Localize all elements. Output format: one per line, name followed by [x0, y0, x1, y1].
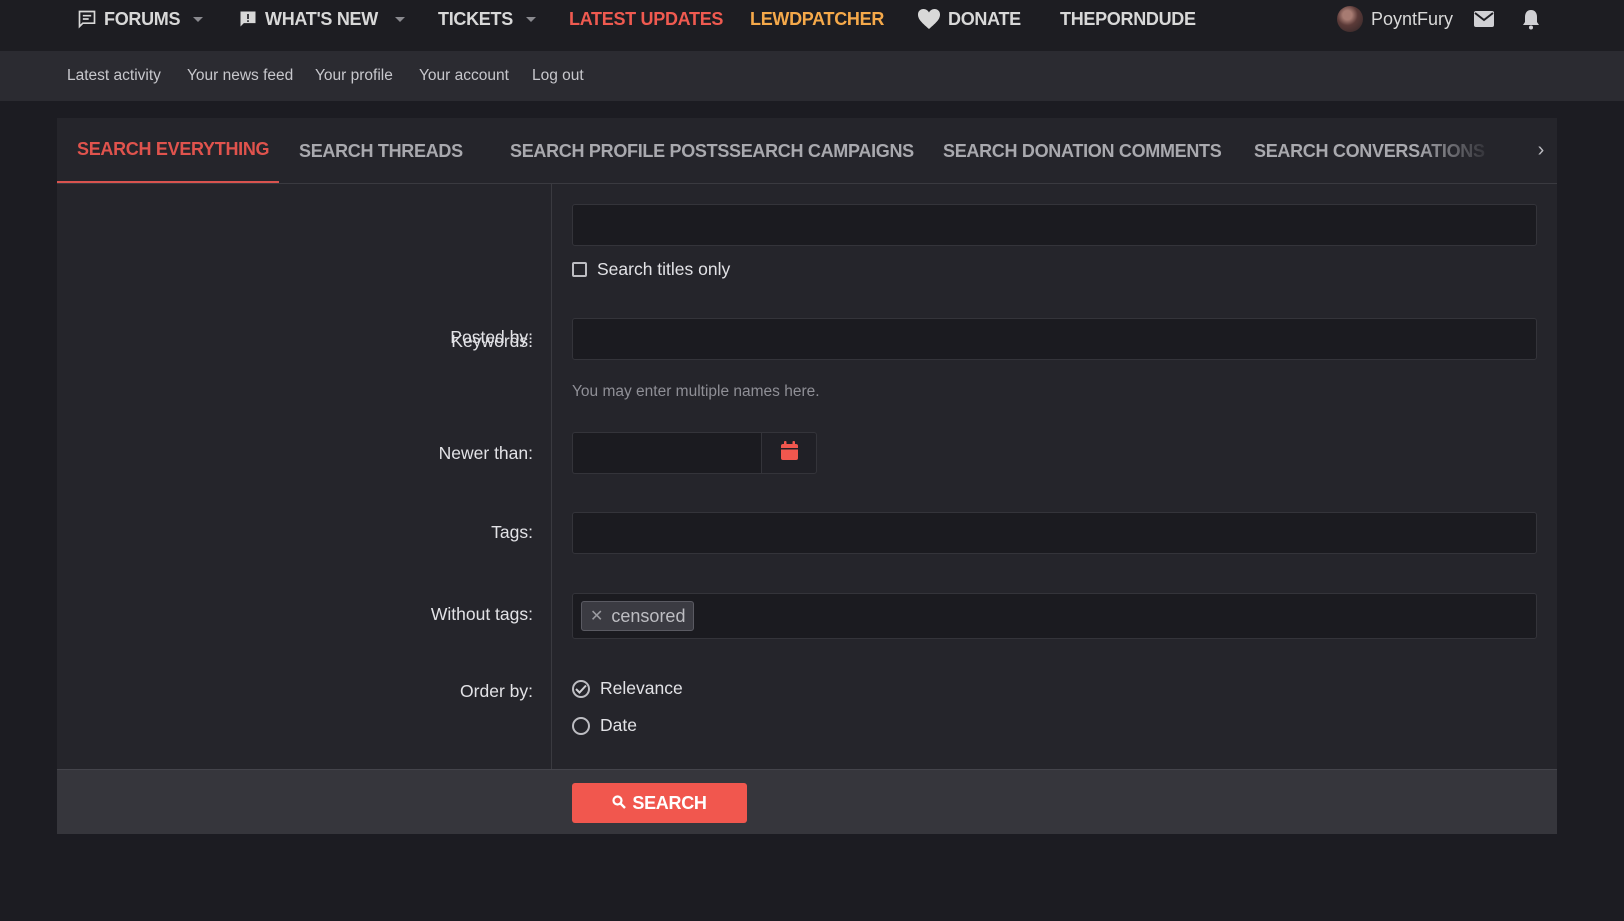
- nav-lewdpatcher-label: LEWDPATCHER: [750, 8, 885, 29]
- nav-forums-chevron-down-icon[interactable]: [191, 0, 205, 38]
- tag-chip: ✕ censored: [581, 601, 695, 631]
- order-relevance-radio[interactable]: Relevance: [572, 678, 683, 699]
- tab-search-everything[interactable]: SEARCH EVERYTHING: [57, 118, 279, 183]
- order-date-label: Date: [600, 715, 637, 735]
- calendar-icon: [780, 441, 798, 465]
- tab-search-threads[interactable]: SEARCH THREADS: [279, 118, 483, 183]
- subnav-news-feed[interactable]: Your news feed: [187, 51, 293, 101]
- posted-by-label: Posted by:: [450, 327, 533, 347]
- posted-by-hint: You may enter multiple names here.: [572, 383, 820, 400]
- tag-chip-label: censored: [611, 605, 686, 626]
- nav-whats-new-label: WHAT'S NEW: [265, 8, 378, 29]
- tab-search-donation-comments[interactable]: SEARCH DONATION COMMENTS: [923, 118, 1241, 183]
- calendar-button[interactable]: [761, 432, 817, 474]
- avatar: [1337, 6, 1363, 32]
- tabs-scroll-right-icon[interactable]: ›: [1529, 118, 1553, 183]
- radio-checked-icon[interactable]: [572, 679, 590, 698]
- remove-tag-close-icon[interactable]: ✕: [590, 606, 603, 626]
- tags-label: Tags:: [491, 522, 533, 542]
- tags-input[interactable]: [572, 512, 1537, 554]
- nav-forums[interactable]: FORUMS: [77, 0, 181, 38]
- bell-icon[interactable]: [1518, 0, 1544, 38]
- titles-only-checkbox[interactable]: Search titles only: [572, 259, 730, 280]
- alert-bubble-icon: [238, 9, 258, 29]
- user-menu[interactable]: PoyntFury: [1337, 0, 1453, 38]
- search-tabs: SEARCH EVERYTHING SEARCH THREADS SEARCH …: [57, 118, 1557, 184]
- subnav-latest-activity[interactable]: Latest activity: [67, 51, 161, 101]
- subnav-your-profile[interactable]: Your profile: [315, 51, 393, 101]
- nav-tickets[interactable]: TICKETS: [438, 0, 513, 38]
- nav-theporndude[interactable]: THEPORNDUDE: [1060, 0, 1196, 38]
- without-tags-input[interactable]: ✕ censored: [572, 593, 1537, 639]
- newer-than-input[interactable]: [572, 432, 761, 474]
- forum-icon: [77, 9, 97, 29]
- form-divider: [551, 184, 552, 769]
- nav-donate[interactable]: DONATE: [917, 0, 1021, 38]
- heart-icon: [917, 8, 941, 30]
- search-icon: [612, 793, 627, 814]
- search-button-label: SEARCH: [632, 792, 707, 813]
- nav-theporndude-label: THEPORNDUDE: [1060, 8, 1196, 29]
- radio-unchecked-icon[interactable]: [572, 716, 590, 735]
- keywords-input[interactable]: [572, 204, 1537, 246]
- nav-tickets-label: TICKETS: [438, 8, 513, 29]
- order-by-label: Order by:: [460, 681, 533, 701]
- subnav-log-out[interactable]: Log out: [532, 51, 584, 101]
- without-tags-label: Without tags:: [430, 604, 533, 624]
- nav-donate-label: DONATE: [948, 8, 1021, 29]
- checkbox-box[interactable]: [572, 262, 587, 277]
- nav-tickets-chevron-down-icon[interactable]: [524, 0, 538, 38]
- mail-icon[interactable]: [1471, 0, 1497, 38]
- nav-forums-label: FORUMS: [104, 8, 181, 29]
- nav-whats-new-chevron-down-icon[interactable]: [393, 0, 407, 38]
- sub-navigation: Latest activity Your news feed Your prof…: [0, 51, 1624, 101]
- nav-latest-updates[interactable]: LATEST UPDATES: [569, 0, 723, 38]
- search-panel: SEARCH EVERYTHING SEARCH THREADS SEARCH …: [57, 118, 1557, 834]
- posted-by-input[interactable]: [572, 318, 1537, 360]
- order-relevance-label: Relevance: [600, 678, 683, 698]
- tab-search-campaigns[interactable]: SEARCH CAMPAIGNS: [709, 118, 934, 183]
- nav-whats-new[interactable]: WHAT'S NEW: [238, 0, 378, 38]
- username: PoyntFury: [1371, 8, 1454, 29]
- form-footer: SEARCH: [57, 769, 1557, 834]
- subnav-your-account[interactable]: Your account: [419, 51, 509, 101]
- titles-only-label: Search titles only: [597, 259, 731, 279]
- nav-latest-updates-label: LATEST UPDATES: [569, 8, 724, 29]
- newer-than-field: [572, 432, 817, 474]
- nav-lewdpatcher[interactable]: LEWDPATCHER: [750, 0, 884, 38]
- top-navigation: FORUMS WHAT'S NEW TICKETS LATEST UPDATES…: [0, 0, 1624, 51]
- newer-than-label: Newer than:: [438, 443, 533, 463]
- search-button[interactable]: SEARCH: [572, 783, 747, 823]
- order-date-radio[interactable]: Date: [572, 715, 637, 736]
